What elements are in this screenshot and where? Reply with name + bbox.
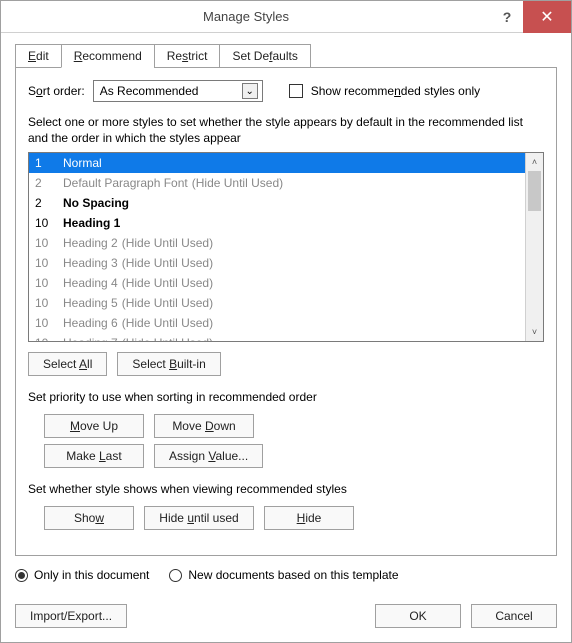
- import-export-button[interactable]: Import/Export...: [15, 604, 127, 628]
- assign-value-button[interactable]: Assign Value...: [154, 444, 263, 468]
- list-item-priority: 2: [35, 194, 63, 212]
- list-item-hint: (Hide Until Used): [122, 234, 213, 252]
- list-item-priority: 10: [35, 294, 63, 312]
- visibility-section-label: Set whether style shows when viewing rec…: [28, 482, 544, 496]
- ok-button[interactable]: OK: [375, 604, 461, 628]
- new-documents-label: New documents based on this template: [188, 568, 398, 582]
- list-item-hint: (Hide Until Used): [122, 254, 213, 272]
- list-item[interactable]: 10Heading 5 (Hide Until Used): [29, 293, 525, 313]
- show-recommended-only-checkbox[interactable]: [289, 84, 303, 98]
- list-item[interactable]: 10Heading 7 (Hide Until Used): [29, 333, 525, 341]
- instruction-text: Select one or more styles to set whether…: [28, 114, 544, 146]
- hide-until-used-button[interactable]: Hide until used: [144, 506, 254, 530]
- dialog-title: Manage Styles: [1, 9, 491, 24]
- sort-order-label: Sort order:: [28, 84, 85, 98]
- list-item-name: Normal: [63, 154, 102, 172]
- list-item-name: No Spacing: [63, 194, 129, 212]
- new-documents-radio[interactable]: [169, 569, 182, 582]
- list-item-priority: 2: [35, 174, 63, 192]
- list-item-priority: 10: [35, 254, 63, 272]
- list-item-hint: (Hide Until Used): [122, 294, 213, 312]
- list-item[interactable]: 2No Spacing: [29, 193, 525, 213]
- make-last-button[interactable]: Make Last: [44, 444, 144, 468]
- list-item-priority: 10: [35, 214, 63, 232]
- tab-edit[interactable]: Edit: [15, 44, 62, 68]
- list-item[interactable]: 1Normal: [29, 153, 525, 173]
- only-this-document-label: Only in this document: [34, 568, 149, 582]
- list-item[interactable]: 10Heading 4 (Hide Until Used): [29, 273, 525, 293]
- list-item-hint: (Hide Until Used): [122, 334, 213, 341]
- tab-recommend[interactable]: Recommend: [61, 44, 155, 68]
- titlebar: Manage Styles ? ✕: [1, 1, 571, 33]
- help-button[interactable]: ?: [491, 1, 523, 33]
- move-down-button[interactable]: Move Down: [154, 414, 254, 438]
- select-builtin-button[interactable]: Select Built-in: [117, 352, 220, 376]
- list-item[interactable]: 10Heading 6 (Hide Until Used): [29, 313, 525, 333]
- cancel-button[interactable]: Cancel: [471, 604, 557, 628]
- tab-panel-recommend: Sort order: As Recommended ⌄ Show recomm…: [15, 67, 557, 556]
- select-all-button[interactable]: Select All: [28, 352, 107, 376]
- list-item-priority: 10: [35, 234, 63, 252]
- move-up-button[interactable]: Move Up: [44, 414, 144, 438]
- list-item-name: Heading 5: [63, 294, 118, 312]
- list-item-hint: (Hide Until Used): [122, 314, 213, 332]
- scroll-up-icon[interactable]: ˄: [526, 153, 543, 171]
- priority-section-label: Set priority to use when sorting in reco…: [28, 390, 544, 404]
- list-item-priority: 1: [35, 154, 63, 172]
- list-item[interactable]: 10Heading 2 (Hide Until Used): [29, 233, 525, 253]
- manage-styles-dialog: Manage Styles ? ✕ Edit Recommend Restric…: [0, 0, 572, 643]
- list-item-name: Default Paragraph Font: [63, 174, 188, 192]
- tabstrip: Edit Recommend Restrict Set Defaults: [15, 44, 557, 68]
- only-this-document-radio[interactable]: [15, 569, 28, 582]
- close-button[interactable]: ✕: [523, 1, 571, 33]
- show-recommended-only-label: Show recommended styles only: [311, 84, 480, 98]
- scrollbar[interactable]: ˄ ˅: [525, 153, 543, 341]
- sort-order-value: As Recommended: [100, 84, 199, 98]
- list-item-priority: 10: [35, 334, 63, 341]
- scroll-down-icon[interactable]: ˅: [526, 323, 543, 341]
- chevron-down-icon: ⌄: [242, 83, 258, 99]
- scroll-thumb[interactable]: [528, 171, 541, 211]
- list-item[interactable]: 10Heading 1: [29, 213, 525, 233]
- tab-restrict[interactable]: Restrict: [154, 44, 221, 68]
- list-item-name: Heading 7: [63, 334, 118, 341]
- hide-button[interactable]: Hide: [264, 506, 354, 530]
- show-button[interactable]: Show: [44, 506, 134, 530]
- list-item-hint: (Hide Until Used): [192, 174, 283, 192]
- list-item[interactable]: 10Heading 3 (Hide Until Used): [29, 253, 525, 273]
- list-item-name: Heading 3: [63, 254, 118, 272]
- list-item-name: Heading 6: [63, 314, 118, 332]
- tab-set-defaults[interactable]: Set Defaults: [219, 44, 310, 68]
- list-item-name: Heading 4: [63, 274, 118, 292]
- list-item[interactable]: 2Default Paragraph Font (Hide Until Used…: [29, 173, 525, 193]
- styles-listbox[interactable]: 1Normal2Default Paragraph Font (Hide Unt…: [28, 152, 544, 342]
- list-item-priority: 10: [35, 274, 63, 292]
- sort-order-select[interactable]: As Recommended ⌄: [93, 80, 263, 102]
- list-item-name: Heading 1: [63, 214, 120, 232]
- list-item-name: Heading 2: [63, 234, 118, 252]
- list-item-priority: 10: [35, 314, 63, 332]
- list-item-hint: (Hide Until Used): [122, 274, 213, 292]
